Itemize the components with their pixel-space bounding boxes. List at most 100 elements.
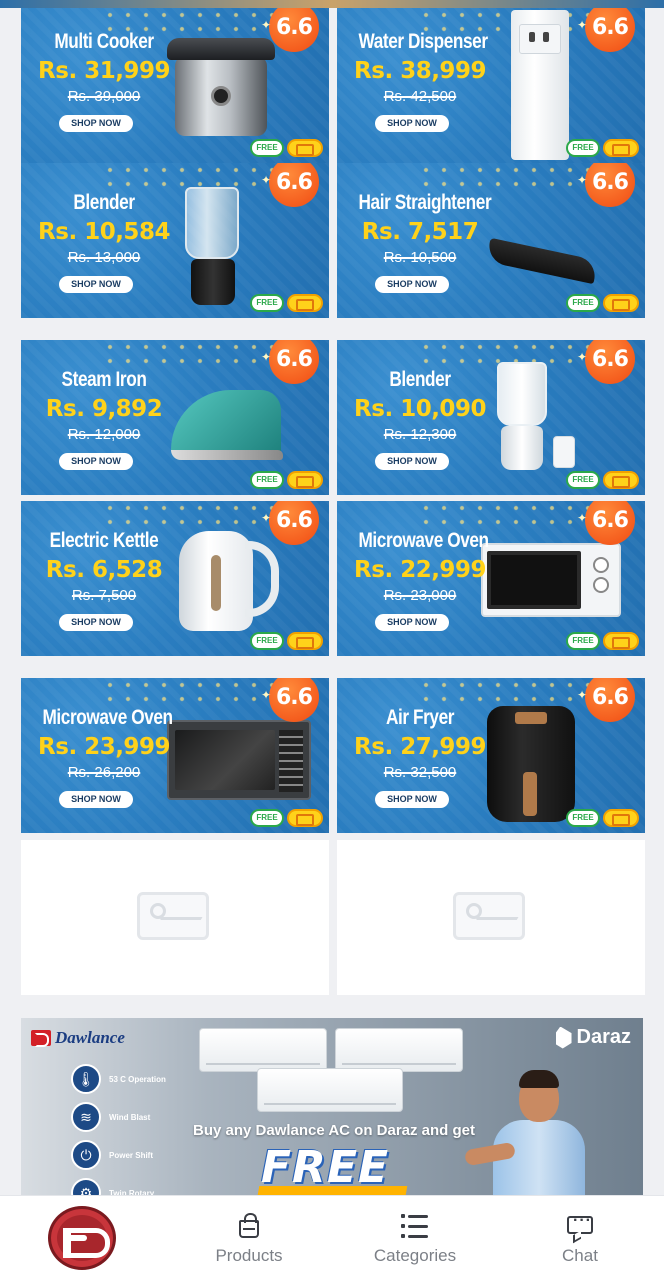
microwave-oven-image (481, 543, 625, 623)
dawlance-mark-icon (31, 1030, 51, 1047)
free-delivery-tag: FREE (250, 471, 284, 489)
nav-chat[interactable]: Chat (520, 1212, 640, 1266)
sparkle-icon: ✦ (260, 350, 271, 364)
product-name: Steam Iron (61, 368, 147, 391)
shop-now-button[interactable]: SHOP NOW (375, 453, 449, 470)
product-price: Rs. 7,517 (361, 219, 479, 245)
payment-tag (287, 632, 323, 650)
deal-badge: 6.6 (585, 678, 635, 722)
sparkle-icon: ✦ (576, 18, 587, 32)
product-card-air-fryer[interactable]: 6.6 ✦ Air Fryer Rs. 27,999 Rs. 32,500 SH… (337, 678, 645, 833)
blender-image (181, 187, 245, 307)
payment-tag (287, 139, 323, 157)
payment-tag (287, 471, 323, 489)
free-headline: FREE (261, 1142, 390, 1193)
top-banner-edge (0, 0, 664, 8)
delivery-tags: FREE (566, 471, 639, 489)
product-old-price: Rs. 26,200 (67, 764, 141, 781)
payment-tag (603, 632, 639, 650)
list-icon (400, 1212, 430, 1240)
product-name: Microwave Oven (358, 529, 490, 552)
image-placeholder-card (337, 840, 645, 995)
payment-tag (603, 294, 639, 312)
product-card-blender-2[interactable]: 6.6 ✦ Blender Rs. 10,090 Rs. 12,300 SHOP… (337, 340, 645, 495)
product-old-price: Rs. 12,300 (383, 426, 457, 443)
payment-tag (603, 809, 639, 827)
nav-categories-label: Categories (373, 1246, 457, 1265)
product-name: Water Dispenser (358, 30, 489, 53)
product-card-microwave-oven[interactable]: 6.6 ✦ Microwave Oven Rs. 22,999 Rs. 23,0… (337, 501, 645, 656)
delivery-tags: FREE (250, 471, 323, 489)
deal-badge: 6.6 (585, 340, 635, 384)
product-card-hair-straightener[interactable]: 6.6 ✦ Hair Straightener Rs. 7,517 Rs. 10… (337, 163, 645, 318)
shop-now-button[interactable]: SHOP NOW (59, 453, 133, 470)
sparkle-icon: ✦ (576, 688, 587, 702)
product-old-price: Rs. 7,500 (71, 587, 137, 604)
product-price: Rs. 9,892 (45, 396, 163, 422)
shop-now-button[interactable]: SHOP NOW (59, 115, 133, 132)
free-delivery-tag: FREE (566, 471, 600, 489)
product-price: Rs. 6,528 (45, 557, 163, 583)
nav-categories[interactable]: Categories (355, 1212, 475, 1266)
free-delivery-tag: FREE (250, 139, 284, 157)
feature-item: ≋ Wind Blast (71, 1102, 150, 1132)
product-card-blender[interactable]: 6.6 ✦ Blender Rs. 10,584 Rs. 13,000 SHOP… (21, 163, 329, 318)
product-card-steam-iron[interactable]: 6.6 ✦ Steam Iron Rs. 9,892 Rs. 12,000 SH… (21, 340, 329, 495)
free-delivery-tag: FREE (250, 294, 284, 312)
daraz-mark-icon (555, 1026, 572, 1049)
shop-now-button[interactable]: SHOP NOW (59, 276, 133, 293)
shopping-bag-icon (234, 1212, 264, 1240)
nav-products[interactable]: Products (189, 1212, 309, 1266)
brand-ambassador-image (463, 1070, 585, 1208)
product-card-water-dispenser[interactable]: 6.6 ✦ Water Dispenser Rs. 38,999 Rs. 42,… (337, 8, 645, 163)
image-placeholder-icon (453, 892, 525, 940)
sparkle-icon: ✦ (576, 350, 587, 364)
free-delivery-tag: FREE (566, 139, 600, 157)
product-name: Multi Cooker (54, 30, 154, 53)
thermometer-icon: 🌡 (71, 1064, 101, 1094)
deal-badge: 6.6 (269, 678, 319, 722)
product-card-microwave-oven-2[interactable]: 6.6 ✦ Microwave Oven Rs. 23,999 Rs. 26,2… (21, 678, 329, 833)
delivery-tags: FREE (566, 809, 639, 827)
free-delivery-tag: FREE (250, 809, 284, 827)
free-delivery-tag: FREE (566, 632, 600, 650)
product-name: Blender (389, 368, 451, 391)
product-price: Rs. 27,999 (354, 734, 486, 760)
product-name: Microwave Oven (42, 706, 174, 729)
sparkle-icon: ✦ (576, 173, 587, 187)
deal-badge: 6.6 (269, 340, 319, 384)
shop-now-button[interactable]: SHOP NOW (59, 614, 133, 631)
product-price: Rs. 10,584 (38, 219, 170, 245)
nav-chat-label: Chat (562, 1246, 598, 1265)
delivery-tags: FREE (566, 139, 639, 157)
shop-now-button[interactable]: SHOP NOW (375, 791, 449, 808)
feature-item: ⏻ Power Shift (71, 1140, 153, 1170)
product-old-price: Rs. 10,500 (383, 249, 457, 266)
blender-2-image (497, 362, 581, 474)
ac-offer-caption: Buy any Dawlance AC on Daraz and get (193, 1122, 476, 1139)
product-old-price: Rs. 42,500 (383, 88, 457, 105)
store-page: 6.6 ✦ Multi Cooker Rs. 31,999 Rs. 39,000… (0, 0, 664, 1280)
product-old-price: Rs. 12,000 (67, 426, 141, 443)
deal-badge: 6.6 (585, 8, 635, 52)
free-delivery-tag: FREE (566, 809, 600, 827)
image-placeholder-card (21, 840, 329, 995)
shop-now-button[interactable]: SHOP NOW (375, 276, 449, 293)
deal-badge: 6.6 (269, 501, 319, 545)
delivery-tags: FREE (250, 139, 323, 157)
shop-now-button[interactable]: SHOP NOW (59, 791, 133, 808)
delivery-tags: FREE (566, 632, 639, 650)
product-price: Rs. 23,999 (38, 734, 170, 760)
deal-badge: 6.6 (585, 501, 635, 545)
sparkle-icon: ✦ (260, 511, 271, 525)
product-card-multi-cooker[interactable]: 6.6 ✦ Multi Cooker Rs. 31,999 Rs. 39,000… (21, 8, 329, 163)
dawlance-ac-banner[interactable]: Dawlance Daraz 🌡 53 C Operation ≋ Wind B… (21, 1018, 643, 1208)
water-dispenser-image (511, 10, 569, 160)
product-card-electric-kettle[interactable]: 6.6 ✦ Electric Kettle Rs. 6,528 Rs. 7,50… (21, 501, 329, 656)
store-logo-button[interactable] (48, 1206, 116, 1270)
shop-now-button[interactable]: SHOP NOW (375, 614, 449, 631)
electric-kettle-image (179, 531, 289, 635)
product-price: Rs. 22,999 (354, 557, 486, 583)
payment-tag (287, 809, 323, 827)
shop-now-button[interactable]: SHOP NOW (375, 115, 449, 132)
